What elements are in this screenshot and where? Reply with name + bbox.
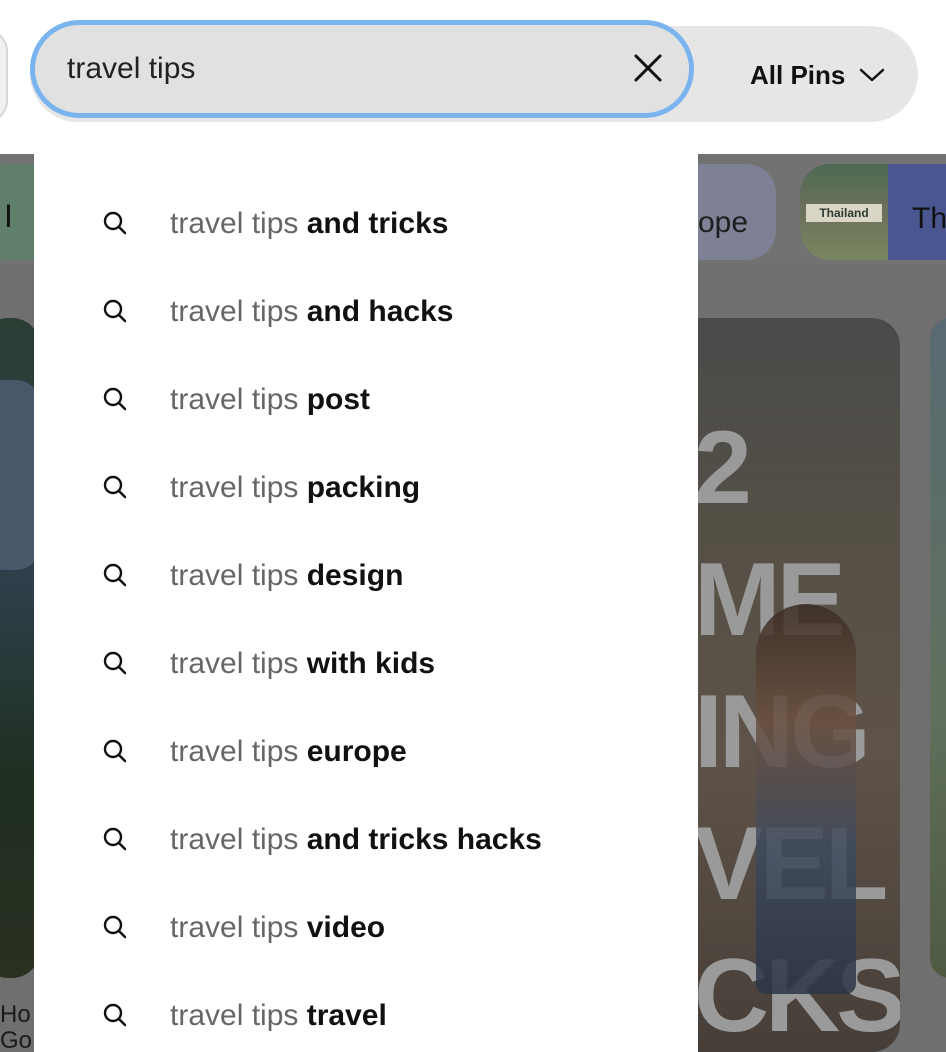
suggestion-item[interactable]: travel tips video (34, 886, 698, 974)
search-input[interactable] (67, 52, 627, 86)
suggestion-completion: design (298, 559, 404, 592)
suggestion-query-prefix: travel tips (170, 559, 299, 592)
close-icon (634, 54, 662, 82)
search-icon (103, 211, 127, 235)
suggestion-item[interactable]: travel tips and hacks (34, 270, 698, 358)
suggestion-completion: post (298, 383, 371, 416)
search-box (30, 20, 694, 118)
search-icon (103, 563, 127, 587)
suggestion-completion: and tricks (298, 207, 449, 240)
suggestion-text: travel tips and hacks (170, 294, 453, 330)
suggestion-text: travel tips with kids (170, 646, 435, 682)
search-icon (103, 827, 127, 851)
suggestion-item[interactable]: travel tips with kids (34, 622, 698, 710)
suggestion-item[interactable]: travel tips and tricks hacks (34, 798, 698, 886)
pin-card-right[interactable] (930, 318, 946, 978)
related-chip-europe-label: ope (698, 206, 749, 239)
suggestion-query-prefix: travel tips (170, 207, 299, 240)
suggestion-completion: video (298, 911, 386, 944)
page: I ope Thailand Th Ho Go 2 ME ING VEL CKS (0, 0, 946, 1052)
search-icon (103, 299, 127, 323)
suggestion-text: travel tips video (170, 910, 385, 946)
search-icon (103, 915, 127, 939)
related-chip-thailand-label: Th (912, 202, 946, 235)
suggestion-item[interactable]: travel tips post (34, 358, 698, 446)
suggestion-item[interactable]: travel tips packing (34, 446, 698, 534)
pin-card-left-caption: Ho Go (0, 1001, 33, 1052)
search-suggestions-panel: travel tips and tricks travel tips and ha… (34, 154, 698, 1052)
suggestion-text: travel tips and tricks (170, 206, 448, 242)
chevron-down-icon (859, 67, 885, 83)
suggestion-item[interactable]: travel tips design (34, 534, 698, 622)
suggestion-item[interactable]: travel tips europe (34, 710, 698, 798)
suggestion-text: travel tips design (170, 558, 403, 594)
search-icon (103, 651, 127, 675)
suggestion-query-prefix: travel tips (170, 647, 299, 680)
search-icon (103, 739, 127, 763)
suggestion-query-prefix: travel tips (170, 911, 299, 944)
suggestion-item[interactable]: travel tips and tricks (34, 182, 698, 270)
suggestion-completion: with kids (298, 647, 436, 680)
pin-card-travel-hacks-person (756, 604, 856, 994)
pin-filter-dropdown[interactable]: All Pins (750, 50, 885, 100)
pin-filter-label: All Pins (750, 59, 846, 90)
suggestion-completion: and hacks (298, 295, 454, 328)
back-button[interactable] (0, 28, 8, 124)
suggestion-completion: europe (298, 735, 407, 768)
suggestion-text: travel tips europe (170, 734, 407, 770)
suggestion-text: travel tips packing (170, 470, 420, 506)
clear-search-button[interactable] (631, 51, 665, 85)
suggestion-completion: and tricks hacks (298, 823, 542, 856)
search-icon (103, 475, 127, 499)
thailand-thumbnail-label: Thailand (806, 204, 882, 222)
suggestion-item[interactable]: travel tips travel (34, 974, 698, 1052)
suggestion-query-prefix: travel tips (170, 823, 299, 856)
suggestion-text: travel tips post (170, 382, 370, 418)
suggestion-query-prefix: travel tips (170, 999, 299, 1032)
search-icon (103, 1003, 127, 1027)
suggestion-completion: travel (298, 999, 387, 1032)
suggestion-query-prefix: travel tips (170, 735, 299, 768)
related-chip-thailand[interactable]: Thailand Th (800, 164, 946, 260)
suggestion-query-prefix: travel tips (170, 295, 299, 328)
suggestion-text: travel tips and tricks hacks (170, 822, 542, 858)
related-chip-thailand-thumbnail: Thailand (800, 164, 888, 260)
suggestion-query-prefix: travel tips (170, 383, 299, 416)
suggestion-text: travel tips travel (170, 998, 387, 1034)
suggestion-completion: packing (298, 471, 421, 504)
search-icon (103, 387, 127, 411)
suggestion-query-prefix: travel tips (170, 471, 299, 504)
related-chip-left-label: I (4, 198, 13, 234)
